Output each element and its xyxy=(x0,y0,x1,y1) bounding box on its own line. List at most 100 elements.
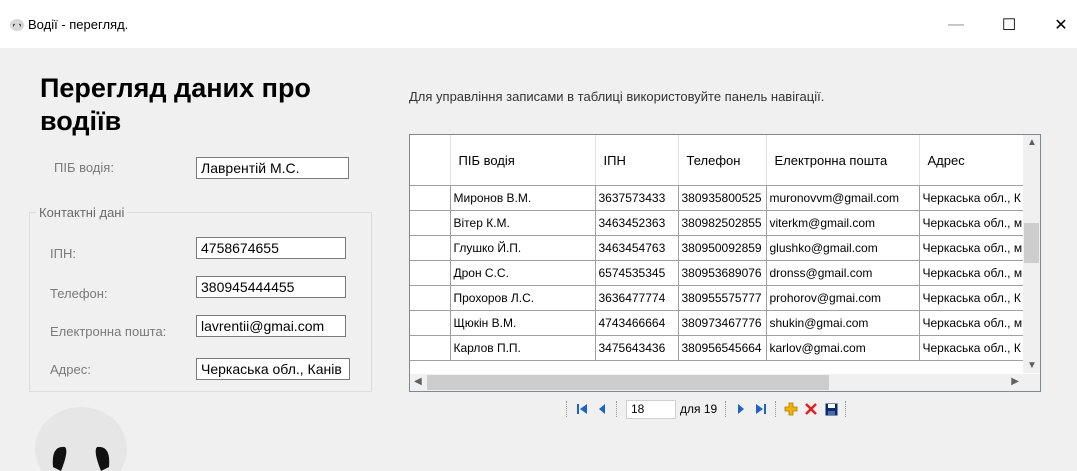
driver-name-field[interactable]: Лаврентій М.С. xyxy=(196,157,349,179)
toolbar-separator xyxy=(616,401,618,417)
cell-email[interactable]: glushko@gmail.com xyxy=(766,235,920,261)
cell-ipn[interactable]: 3463454763 xyxy=(595,235,679,261)
cell-name[interactable]: Глушко Й.П. xyxy=(450,235,596,261)
row-header[interactable] xyxy=(410,310,451,336)
scroll-up-icon[interactable]: ▲ xyxy=(1027,137,1037,148)
cell-email[interactable]: muronovvm@gmail.com xyxy=(766,185,920,211)
row-header[interactable] xyxy=(410,335,451,361)
row-header[interactable] xyxy=(410,210,451,236)
maximize-button[interactable]: ☐ xyxy=(986,10,1032,40)
cell-ipn[interactable]: 3636477774 xyxy=(595,285,679,311)
ipn-field[interactable]: 4758674655 xyxy=(196,237,346,259)
cell-ipn[interactable]: 3475643436 xyxy=(595,335,679,361)
email-field[interactable]: lavrentii@gmai.com xyxy=(196,315,346,337)
cell-phone[interactable]: 380935800525 xyxy=(678,185,767,211)
cell-phone[interactable]: 380953689076 xyxy=(678,260,767,286)
table-row[interactable]: Глушко Й.П. 3463454763 380950092859 glushko… xyxy=(410,235,1027,261)
cell-address[interactable]: Черкаська обл., К xyxy=(919,285,1027,311)
row-header[interactable] xyxy=(410,235,451,261)
drivers-table[interactable]: ПІБ водія ІПН Телефон Електронна пошта А… xyxy=(409,134,1041,392)
cell-phone[interactable]: 380982502855 xyxy=(678,210,767,236)
add-icon[interactable] xyxy=(781,399,801,419)
scroll-right-icon[interactable]: ▶ xyxy=(1011,376,1019,387)
window-title: Водії - перегляд. xyxy=(28,17,129,32)
cell-name[interactable]: Миронов В.М. xyxy=(450,185,596,211)
title-bar: Водії - перегляд. — ☐ ✕ xyxy=(0,0,1077,48)
cell-email[interactable]: karlov@gmai.com xyxy=(766,335,920,361)
cell-address[interactable]: Черкаська обл., м xyxy=(919,235,1027,261)
app-icon xyxy=(10,19,24,31)
table-row[interactable]: Дрон С.С. 6574535345 380953689076 dronss@gm… xyxy=(410,260,1027,286)
navigation-hint: Для управління записами в таблиці викори… xyxy=(409,89,825,104)
phone-label: Телефон: xyxy=(50,286,108,301)
toolbar-separator xyxy=(725,401,727,417)
vertical-scrollbar[interactable]: ▲ ▼ xyxy=(1023,135,1040,373)
horizontal-scroll-thumb[interactable] xyxy=(427,375,829,390)
address-field[interactable]: Черкаська обл., Канів xyxy=(196,358,350,380)
move-next-icon[interactable] xyxy=(731,399,751,419)
cell-ipn[interactable]: 3637573433 xyxy=(595,185,679,211)
cell-name[interactable]: Карлов П.П. xyxy=(450,335,596,361)
cell-address[interactable]: Черкаська обл., К xyxy=(919,185,1027,211)
toolbar-separator xyxy=(775,401,777,417)
cell-phone[interactable]: 380950092859 xyxy=(678,235,767,261)
table-row[interactable]: Щюкін В.М. 4743466664 380973467776 shukin@g… xyxy=(410,310,1027,336)
move-previous-icon[interactable] xyxy=(592,399,612,419)
horizontal-scrollbar[interactable]: ◀ ▶ xyxy=(410,374,1023,391)
cell-name[interactable]: Прохоров Л.С. xyxy=(450,285,596,311)
position-input[interactable]: 18 xyxy=(626,399,676,419)
cell-address[interactable]: Черкаська обл., м xyxy=(919,210,1027,236)
row-header[interactable] xyxy=(410,185,451,211)
address-label: Адрес: xyxy=(50,362,91,377)
cell-name[interactable]: Дрон С.С. xyxy=(450,260,596,286)
cell-address[interactable]: Черкаська обл., м xyxy=(919,310,1027,336)
cell-address[interactable]: Черкаська обл., К xyxy=(919,335,1027,361)
column-header-address[interactable]: Адрес xyxy=(919,135,1027,186)
table-row[interactable]: Карлов П.П. 3475643436 380956545664 karlov@… xyxy=(410,335,1027,361)
row-header-column xyxy=(410,135,451,186)
driver-name-label: ПІБ водія: xyxy=(54,160,114,175)
move-first-icon[interactable] xyxy=(572,399,592,419)
row-header[interactable] xyxy=(410,260,451,286)
table-row[interactable]: Прохоров Л.С. 3636477774 380955575777 proho… xyxy=(410,285,1027,311)
move-last-icon[interactable] xyxy=(751,399,771,419)
vertical-scroll-thumb[interactable] xyxy=(1024,223,1039,263)
contacts-group-title: Контактні дані xyxy=(36,205,128,220)
table-row[interactable]: Вітер К.М. 3463452363 380982502855 viterkm@… xyxy=(410,210,1027,236)
scroll-down-icon[interactable]: ▼ xyxy=(1027,360,1037,371)
toolbar-grip xyxy=(566,401,568,417)
ipn-label: ІПН: xyxy=(50,246,76,261)
column-header-name[interactable]: ПІБ водія xyxy=(450,135,596,186)
cell-address[interactable]: Черкаська обл., м xyxy=(919,260,1027,286)
table-row[interactable]: Миронов В.М. 3637573433 380935800525 murono… xyxy=(410,185,1027,211)
binding-navigator: 18 для 19 xyxy=(562,398,851,420)
cell-phone[interactable]: 380956545664 xyxy=(678,335,767,361)
delete-icon[interactable] xyxy=(801,399,821,419)
cell-email[interactable]: shukin@gmai.com xyxy=(766,310,920,336)
cell-ipn[interactable]: 6574535345 xyxy=(595,260,679,286)
cell-ipn[interactable]: 3463452363 xyxy=(595,210,679,236)
toolbar-separator xyxy=(845,401,847,417)
close-button[interactable]: ✕ xyxy=(1038,10,1077,40)
cell-phone[interactable]: 380973467776 xyxy=(678,310,767,336)
record-count: для 19 xyxy=(680,402,718,416)
save-icon[interactable] xyxy=(821,399,841,419)
phone-field[interactable]: 380945444455 xyxy=(196,276,346,298)
cell-email[interactable]: viterkm@gmail.com xyxy=(766,210,920,236)
page-title: Перегляд даних про водіїв xyxy=(40,73,311,136)
minimize-button[interactable]: — xyxy=(933,10,979,40)
cell-email[interactable]: dronss@gmail.com xyxy=(766,260,920,286)
cell-phone[interactable]: 380955575777 xyxy=(678,285,767,311)
cell-ipn[interactable]: 4743466664 xyxy=(595,310,679,336)
mushroom-icon xyxy=(35,407,127,471)
scroll-left-icon[interactable]: ◀ xyxy=(414,376,422,387)
cell-name[interactable]: Щюкін В.М. xyxy=(450,310,596,336)
column-header-ipn[interactable]: ІПН xyxy=(595,135,679,186)
column-header-email[interactable]: Електронна пошта xyxy=(766,135,920,186)
scroll-corner xyxy=(1023,374,1040,391)
column-header-phone[interactable]: Телефон xyxy=(678,135,767,186)
row-header[interactable] xyxy=(410,285,451,311)
cell-email[interactable]: prohorov@gmai.com xyxy=(766,285,920,311)
cell-name[interactable]: Вітер К.М. xyxy=(450,210,596,236)
email-label: Електронна пошта: xyxy=(50,324,167,339)
